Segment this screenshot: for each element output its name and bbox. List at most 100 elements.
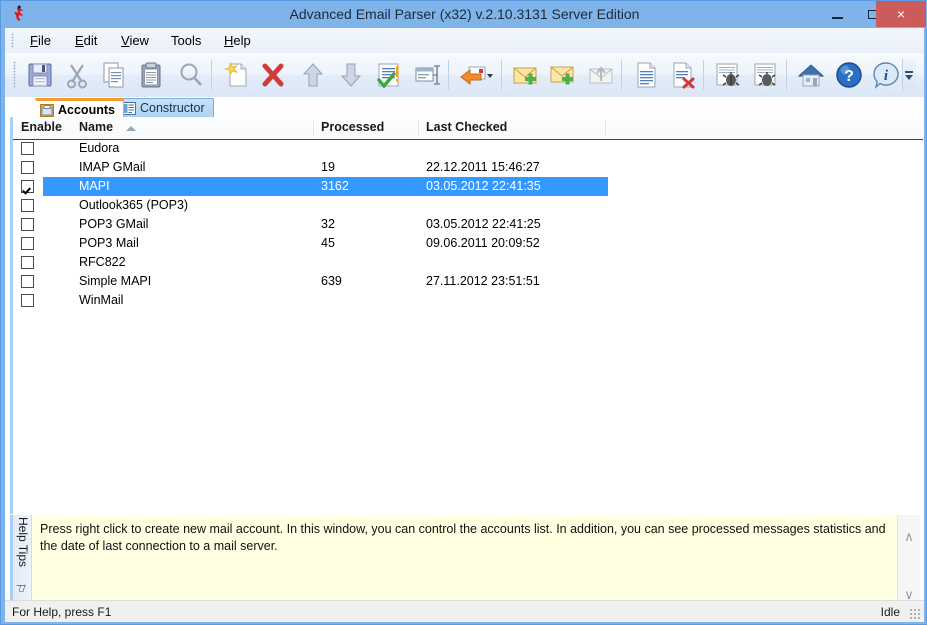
table-row[interactable]: Eudora [13,139,923,158]
toolbar-separator [786,60,787,90]
toolbar-overflow-button[interactable] [902,59,916,91]
cell-processed: 3162 [321,179,349,193]
find-button[interactable] [173,57,209,93]
window-title: Advanced Email Parser (x32) v.2.10.3131 … [289,6,640,22]
debug-button[interactable] [710,57,746,93]
cell-name: WinMail [79,293,124,307]
toolbar-separator [703,60,704,90]
list-rows: Eudora IMAP GMail 19 22.12.2011 15:46:27 MAP… [13,139,923,310]
cell-name: Outlook365 (POP3) [79,198,189,212]
table-row[interactable]: RFC822 [13,253,923,272]
home-button[interactable] [793,57,829,93]
cell-last-checked: 22.12.2011 15:46:27 [426,160,540,174]
cell-last-checked: 03.05.2012 22:41:35 [426,179,541,193]
enable-checkbox[interactable] [21,180,34,193]
cell-name: IMAP GMail [79,160,146,174]
move-down-button[interactable] [333,57,369,93]
paste-button[interactable] [133,57,169,93]
about-button[interactable]: i [868,57,904,93]
chevron-down-icon [905,75,913,80]
resize-grip[interactable] [909,608,921,620]
new-mail-button[interactable] [508,57,544,93]
toolbar-separator [211,60,212,90]
cell-name: Simple MAPI [79,274,152,288]
column-divider[interactable] [605,120,606,136]
cell-processed: 639 [321,274,342,288]
scroll-down-icon[interactable]: ∨ [902,587,916,602]
enable-checkbox[interactable] [21,142,34,155]
minimize-button[interactable] [822,1,852,27]
move-up-button[interactable] [295,57,331,93]
column-header-processed[interactable]: Processed [321,117,384,138]
table-row[interactable]: WinMail [13,291,923,310]
enable-checkbox[interactable] [21,256,34,269]
cell-processed: 45 [321,236,335,250]
enable-checkbox[interactable] [21,294,34,307]
column-header-last-checked[interactable]: Last Checked [426,117,507,138]
cell-name: POP3 GMail [79,217,149,231]
cell-name: Eudora [79,141,120,155]
menu-grip-handle[interactable] [11,33,14,48]
menu-bar: File Edit View Tools Help [5,28,924,54]
copy-button[interactable] [96,57,132,93]
status-hint: For Help, press F1 [12,605,112,619]
delete-report-button[interactable] [665,57,701,93]
svg-text:?: ? [844,68,854,85]
properties-button[interactable] [409,57,445,93]
reply-dropdown-arrow[interactable] [483,57,497,93]
new-button[interactable] [218,57,254,93]
tab-constructor-label: Constructor [140,101,205,115]
debug-alt-button[interactable] [748,57,784,93]
close-button[interactable]: × [876,1,926,27]
enable-checkbox[interactable] [21,218,34,231]
enable-checkbox[interactable] [21,199,34,212]
cell-name: MAPI [79,179,110,193]
scroll-up-icon[interactable]: ∧ [902,529,916,544]
menu-item-view[interactable]: View [114,28,156,53]
enable-checkbox[interactable] [21,275,34,288]
column-header-enable[interactable]: Enable [21,117,62,138]
table-row[interactable]: Outlook365 (POP3) [13,196,923,215]
toolbar-separator [448,60,449,90]
toolbar-separator [501,60,502,90]
toolbar: ? i [5,53,924,98]
send-mail-button[interactable] [583,57,619,93]
menu-item-file[interactable]: File [23,28,58,53]
cell-processed: 32 [321,217,335,231]
delete-button[interactable] [255,57,291,93]
constructor-icon [122,102,136,115]
menu-item-help[interactable]: Help [217,28,258,53]
cut-button[interactable] [59,57,95,93]
new-mail-alt-button[interactable] [545,57,581,93]
sort-ascending-icon [126,126,136,131]
cell-name: POP3 Mail [79,236,139,250]
table-row[interactable]: MAPI 3162 03.05.2012 22:41:35 [13,177,923,196]
title-bar: Advanced Email Parser (x32) v.2.10.3131 … [1,1,927,28]
cell-processed: 19 [321,160,335,174]
column-divider[interactable] [418,120,419,136]
menu-item-edit[interactable]: Edit [68,28,104,53]
tab-constructor[interactable]: Constructor [117,98,214,117]
enable-checkbox[interactable] [21,161,34,174]
table-row[interactable]: IMAP GMail 19 22.12.2011 15:46:27 [13,158,923,177]
column-divider[interactable] [313,120,314,136]
table-row[interactable]: Simple MAPI 639 27.11.2012 23:51:51 [13,272,923,291]
status-state: Idle [880,605,900,619]
accounts-list-view[interactable]: Enable Name Processed Last Checked Eudor… [10,117,923,514]
check-button[interactable] [371,57,407,93]
table-row[interactable]: POP3 GMail 32 03.05.2012 22:41:25 [13,215,923,234]
menu-item-tools[interactable]: Tools [164,28,208,53]
client-area: File Edit View Tools Help ? i Accounts C… [5,28,924,622]
toolbar-overflow-bar-icon [905,71,913,73]
column-header-name[interactable]: Name [79,117,113,138]
enable-checkbox[interactable] [21,237,34,250]
pin-icon[interactable]: ⚐ [13,583,27,594]
toolbar-grip-handle[interactable] [13,61,16,89]
table-row[interactable]: POP3 Mail 45 09.06.2011 20:09:52 [13,234,923,253]
help-button[interactable]: ? [831,57,867,93]
report-button[interactable] [628,57,664,93]
save-button[interactable] [22,57,58,93]
tab-accounts[interactable]: Accounts [24,98,124,118]
cell-name: RFC822 [79,255,126,269]
list-header-row: Enable Name Processed Last Checked [13,117,923,140]
